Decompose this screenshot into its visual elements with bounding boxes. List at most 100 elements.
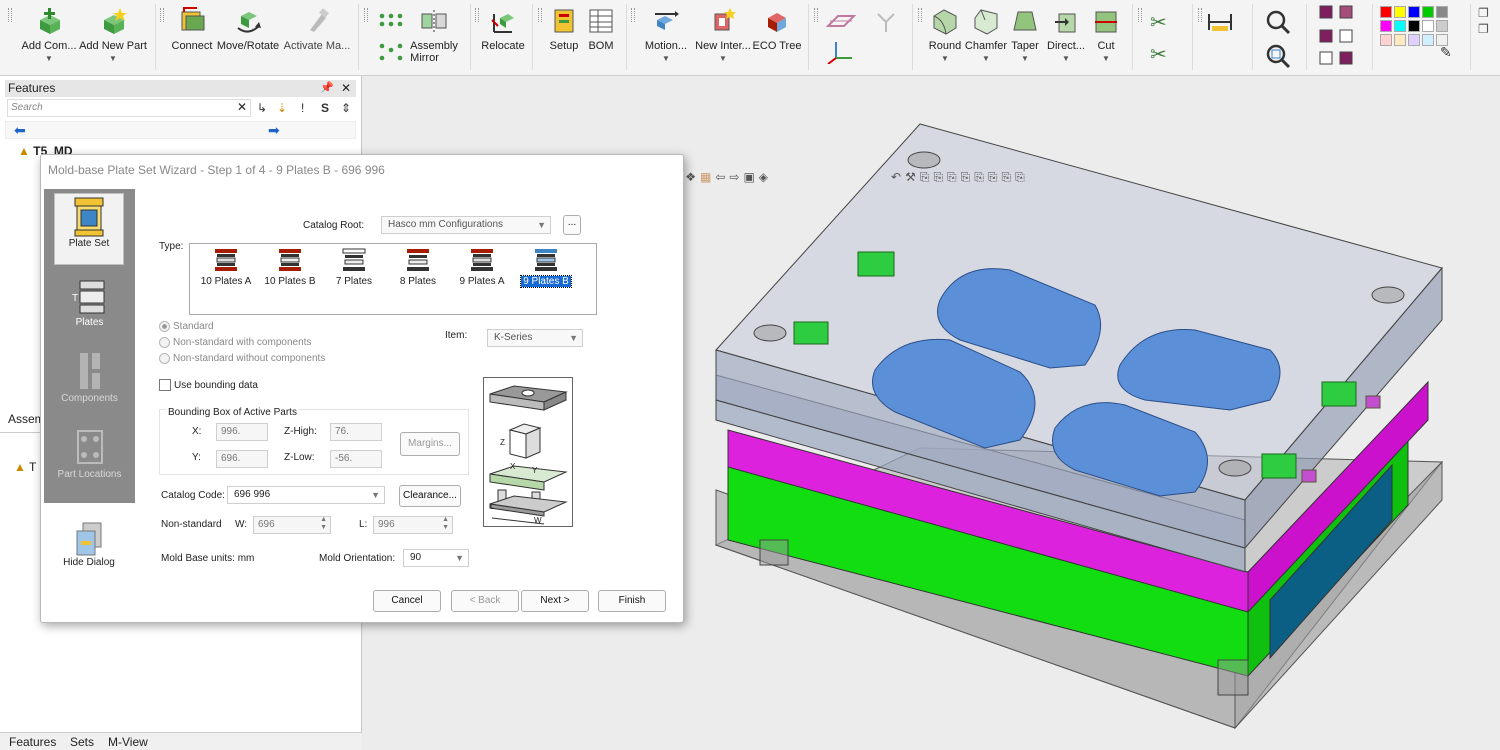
taper-button[interactable]: Taper ▼ <box>1008 4 1042 70</box>
search-input[interactable]: Search <box>7 99 251 117</box>
add-new-part-button[interactable]: Add New Part ▼ <box>79 4 147 70</box>
round-button[interactable]: Round ▼ <box>926 4 964 70</box>
layers-icon[interactable]: ❖ <box>685 170 696 184</box>
z-high-field[interactable]: 76. <box>330 423 382 441</box>
view-icon[interactable]: ⎘ <box>933 170 943 185</box>
scissors-icon[interactable]: ✂ <box>1150 10 1176 34</box>
toolbar-grip[interactable] <box>364 8 368 22</box>
type-8-plates[interactable]: 8 Plates <box>388 248 448 287</box>
type-7-plates[interactable]: 7 Plates <box>324 248 384 287</box>
chevron-down-icon[interactable]: ▼ <box>662 54 670 63</box>
tab-m-view[interactable]: M-View <box>108 735 148 749</box>
type-gallery[interactable]: 10 Plates A 10 Plates B 7 Plates 8 Plate… <box>189 243 597 315</box>
clearance-button[interactable]: Clearance... <box>399 485 461 507</box>
toolbar-grip[interactable] <box>1138 8 1142 22</box>
toolbar-grip[interactable] <box>1198 8 1202 22</box>
radio-nonstandard-with-components[interactable]: Non-standard with components <box>159 337 311 348</box>
chevron-down-icon[interactable]: ▼ <box>1102 54 1110 63</box>
sketch-plane-icon[interactable] <box>825 10 857 32</box>
chevron-down-icon[interactable]: ▼ <box>109 54 117 63</box>
radio-standard[interactable]: Standard <box>159 321 214 332</box>
view-icon[interactable]: ⎘ <box>1001 170 1011 185</box>
nav-components[interactable]: Components <box>44 349 135 404</box>
cut-button[interactable]: Cut ▼ <box>1088 4 1124 70</box>
orientation-toolbar[interactable]: ↶ ⚒ ⎘ ⎘ ⎘ ⎘ ⎘ ⎘ ⎘ ⎘ <box>891 168 1025 186</box>
color-swatch[interactable] <box>1394 6 1406 18</box>
shading-icon[interactable]: ◈ <box>759 170 768 184</box>
sort-icon[interactable]: ⇕ <box>341 101 351 115</box>
chevron-down-icon[interactable]: ▼ <box>1062 54 1070 63</box>
item-select[interactable]: K-Series ▼ <box>487 329 583 347</box>
zoom-region-icon[interactable] <box>1264 42 1292 70</box>
constraint-icon[interactable] <box>874 10 898 34</box>
color-swatch[interactable] <box>1380 20 1392 32</box>
nav-part-locations[interactable]: Part Locations <box>44 425 135 480</box>
bom-button[interactable]: BOM <box>584 4 618 70</box>
chamfer-button[interactable]: Chamfer ▼ <box>964 4 1008 70</box>
color-swatch[interactable] <box>1380 6 1392 18</box>
color-swatch[interactable] <box>1380 34 1392 46</box>
browse-button[interactable]: ... <box>563 215 581 235</box>
arrow-right-icon[interactable]: ⇨ <box>729 170 739 184</box>
tree-item[interactable]: ▲ T <box>14 460 36 474</box>
clear-search-icon[interactable]: ✕ <box>237 100 247 114</box>
toolbar-grip[interactable] <box>814 8 818 22</box>
type-9-plates-b[interactable]: 9 Plates B <box>516 248 576 288</box>
tab-features[interactable]: Features <box>9 735 56 749</box>
color-swatch[interactable] <box>1394 20 1406 32</box>
nav-plate-set[interactable]: Plate Set <box>54 193 124 265</box>
toolbar-grip[interactable] <box>160 8 164 22</box>
color-swatch[interactable] <box>1408 34 1420 46</box>
pin-icon[interactable]: 📌 <box>320 80 334 97</box>
undo-view-icon[interactable]: ↶ <box>891 170 901 184</box>
color-swatch[interactable] <box>1422 20 1434 32</box>
view-icon[interactable]: ⎘ <box>988 170 998 185</box>
chevron-down-icon[interactable]: ▼ <box>941 54 949 63</box>
close-icon[interactable]: ✕ <box>341 80 351 97</box>
back-arrow-icon[interactable]: ⬅ <box>14 122 26 138</box>
toolbar-grip[interactable] <box>475 8 479 22</box>
type-10-plates-a[interactable]: 10 Plates A <box>196 248 256 287</box>
axes-icon[interactable] <box>826 38 856 65</box>
stepper-arrows-icon[interactable]: ▲ ▼ <box>320 516 327 532</box>
w-stepper[interactable]: 696 ▲ ▼ <box>253 516 331 534</box>
texture-icon[interactable]: ▦ <box>700 170 711 184</box>
assembly-mirror-button[interactable]: Assembly Mirror <box>406 4 462 70</box>
view-icon[interactable]: ⎘ <box>961 170 971 185</box>
scissors-icon[interactable]: ✂ <box>1150 42 1176 66</box>
chevron-down-icon[interactable]: ▼ <box>982 54 990 63</box>
color-swatch[interactable] <box>1422 34 1434 46</box>
chevron-down-icon[interactable]: ▼ <box>45 54 53 63</box>
forward-arrow-icon[interactable]: ➡ <box>268 122 280 138</box>
radio-nonstandard-without-components[interactable]: Non-standard without components <box>159 353 325 364</box>
new-interference-button[interactable]: New Inter... ▼ <box>694 4 752 70</box>
relocate-button[interactable]: Relocate <box>480 4 526 70</box>
eyedropper-icon[interactable]: ✎ <box>1440 44 1452 61</box>
finish-button[interactable]: Finish <box>598 590 666 612</box>
back-button[interactable]: < Back <box>451 590 519 612</box>
activate-button[interactable]: Activate Ma... <box>282 4 352 70</box>
zoom-icon[interactable] <box>1264 8 1292 36</box>
connect-button[interactable]: Connect <box>170 4 214 70</box>
y-field[interactable]: 696. <box>216 450 268 468</box>
view-cube-icon[interactable] <box>1318 4 1368 70</box>
cancel-button[interactable]: Cancel <box>373 590 441 612</box>
tool-icon[interactable]: ⚒ <box>905 170 916 184</box>
chevron-down-icon[interactable]: ▼ <box>719 54 727 63</box>
toolbar-grip[interactable] <box>631 8 635 22</box>
direct-button[interactable]: Direct... ▼ <box>1044 4 1088 70</box>
motion-button[interactable]: Motion... ▼ <box>640 4 692 70</box>
arrow-left-icon[interactable]: ⇦ <box>715 170 725 184</box>
chevron-down-icon[interactable]: ▼ <box>1021 54 1029 63</box>
filter-icon[interactable]: ↳ <box>257 101 267 115</box>
color-swatch[interactable] <box>1436 6 1448 18</box>
setup-button[interactable]: Setup <box>546 4 582 70</box>
margins-button[interactable]: Margins... <box>400 432 460 456</box>
view-icon[interactable]: ⎘ <box>1015 170 1025 185</box>
move-rotate-button[interactable]: Move/Rotate <box>216 4 280 70</box>
window-restore-icon[interactable]: ❐ <box>1478 6 1489 20</box>
color-swatch[interactable] <box>1422 6 1434 18</box>
x-field[interactable]: 996. <box>216 423 268 441</box>
nav-plates[interactable]: T Plates <box>44 277 135 328</box>
hide-dialog-button[interactable]: Hide Dialog <box>59 521 119 568</box>
